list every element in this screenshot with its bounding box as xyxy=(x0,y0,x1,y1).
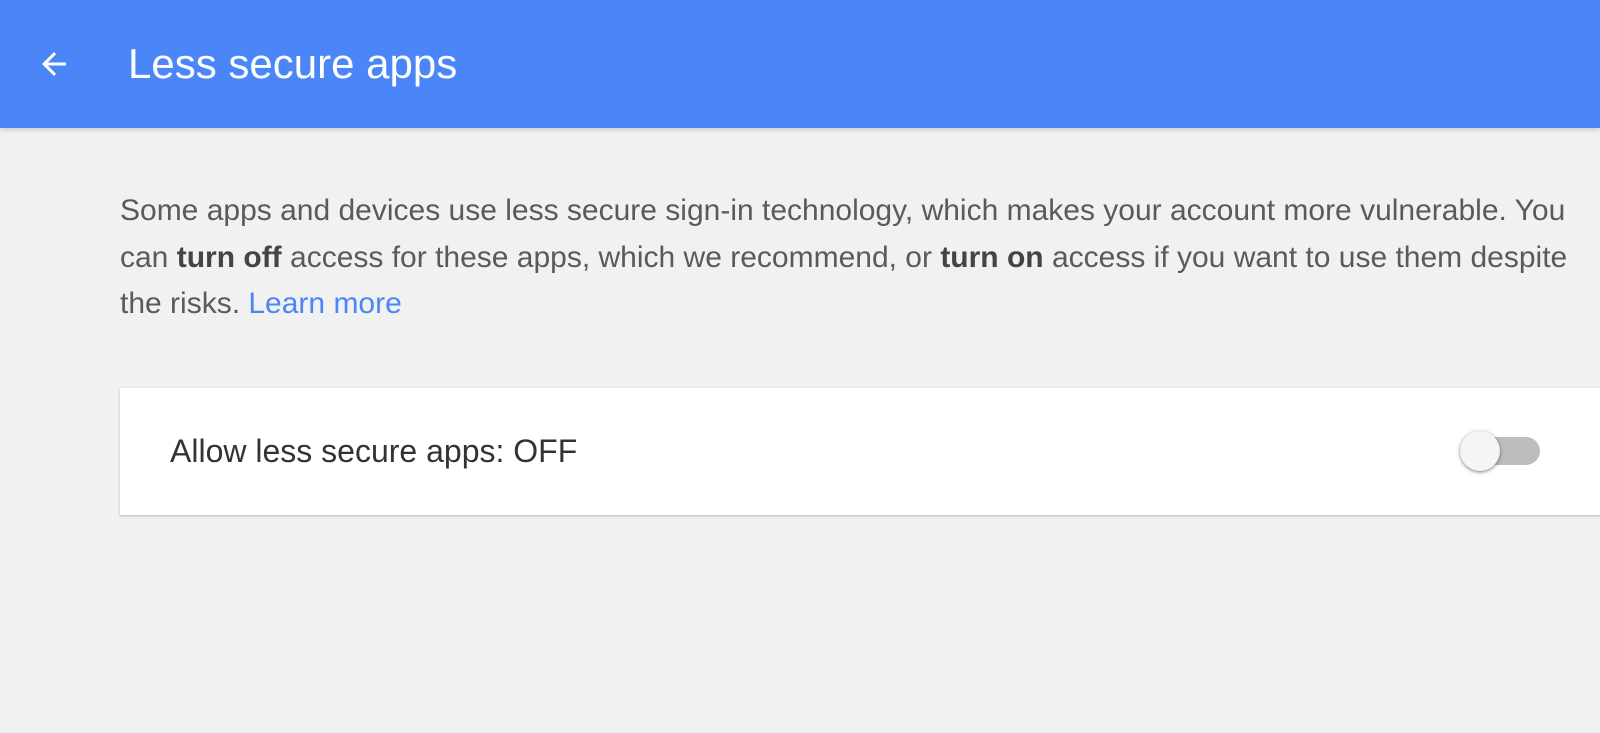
description-bold2: turn on xyxy=(940,241,1043,274)
arrow-left-icon xyxy=(36,46,72,82)
content: Some apps and devices use less secure si… xyxy=(0,128,1600,515)
description-text: Some apps and devices use less secure si… xyxy=(120,188,1600,328)
description-bold1: turn off xyxy=(177,241,282,274)
learn-more-link[interactable]: Learn more xyxy=(248,287,401,320)
allow-less-secure-apps-toggle[interactable] xyxy=(1464,437,1540,465)
header: Less secure apps xyxy=(0,0,1600,128)
settings-card: Allow less secure apps: OFF xyxy=(120,388,1600,515)
page-title: Less secure apps xyxy=(128,40,457,88)
toggle-knob xyxy=(1460,431,1500,471)
description-part2: access for these apps, which we recommen… xyxy=(282,241,941,274)
toggle-label: Allow less secure apps: OFF xyxy=(170,433,577,470)
back-button[interactable] xyxy=(30,40,78,88)
